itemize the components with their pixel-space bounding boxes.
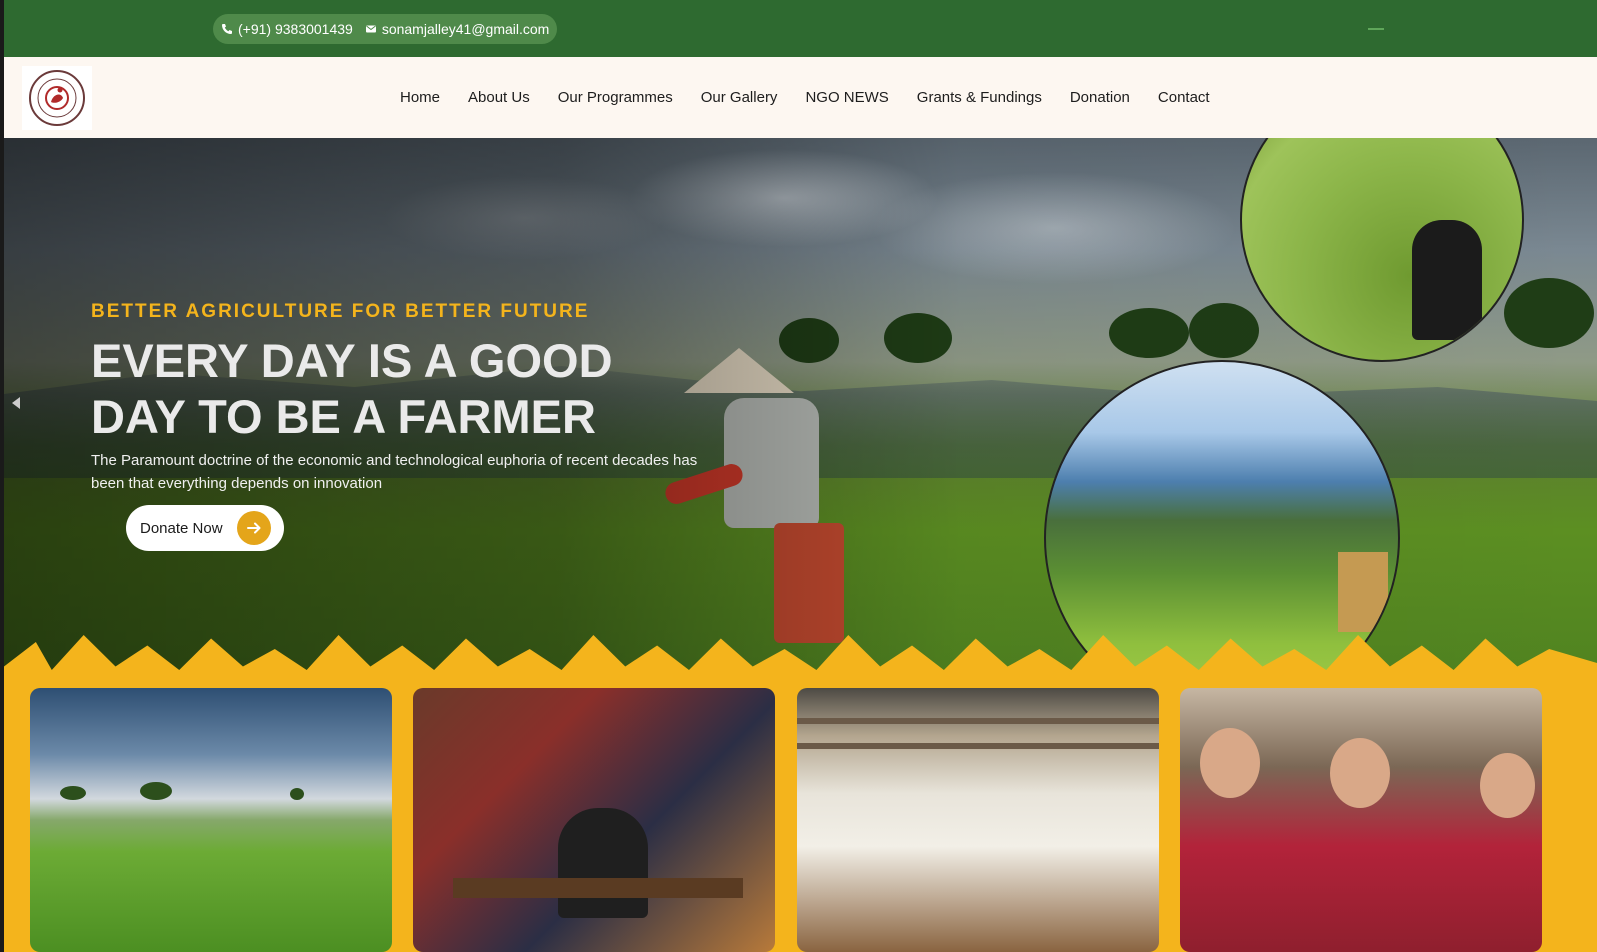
phone-icon [222, 24, 232, 34]
nav-home[interactable]: Home [386, 89, 454, 106]
card-dancer [1480, 753, 1535, 818]
programme-card-culture[interactable] [1180, 688, 1542, 952]
email-contact[interactable]: sonamjalley41@gmail.com [365, 21, 550, 37]
nav-contact[interactable]: Contact [1144, 89, 1224, 106]
card-fence [797, 743, 1159, 749]
card-tree [290, 788, 304, 800]
hero-subtext: The Paramount doctrine of the economic a… [91, 452, 698, 492]
nav-donation[interactable]: Donation [1056, 89, 1144, 106]
phone-number: (+91) 9383001439 [238, 21, 353, 37]
nav-ngo-news[interactable]: NGO NEWS [791, 89, 902, 106]
prev-slide-icon[interactable] [12, 397, 20, 409]
primary-nav: Home About Us Our Programmes Our Gallery… [386, 57, 1224, 138]
programme-card-agriculture[interactable] [30, 688, 392, 952]
card-dancer [1200, 728, 1260, 798]
card-tree [60, 786, 86, 800]
nav-our-programmes[interactable]: Our Programmes [544, 89, 687, 106]
mail-icon [365, 25, 376, 33]
nav-about-us[interactable]: About Us [454, 89, 544, 106]
contact-pill: (+91) 9383001439 sonamjalley41@gmail.com [213, 14, 558, 44]
menu-toggle-dash[interactable] [1368, 28, 1384, 30]
programme-card-weaving[interactable] [413, 688, 775, 952]
main-navbar: Home About Us Our Programmes Our Gallery… [4, 57, 1597, 138]
card-tree [140, 782, 172, 800]
card-fence [797, 718, 1159, 724]
email-address: sonamjalley41@gmail.com [381, 21, 550, 37]
worker-figure [1412, 220, 1482, 340]
hero-slider: BETTER AGRICULTURE FOR BETTER FUTURE EVE… [4, 138, 1597, 698]
hut-figure [1338, 552, 1388, 632]
logo-emblem-icon [29, 70, 85, 126]
donate-now-label: Donate Now [140, 519, 223, 537]
card-loom [453, 878, 743, 898]
page: (+91) 9383001439 sonamjalley41@gmail.com… [4, 0, 1597, 952]
nav-our-gallery[interactable]: Our Gallery [687, 89, 792, 106]
ngo-logo[interactable] [22, 66, 92, 130]
hero-kicker: BETTER AGRICULTURE FOR BETTER FUTURE [91, 301, 590, 322]
donate-now-button[interactable]: Donate Now [126, 505, 284, 551]
phone-contact[interactable]: (+91) 9383001439 [221, 21, 353, 37]
hero-headline: EVERY DAY IS A GOOD DAY TO BE A FARMER [91, 334, 613, 443]
nav-grants-fundings[interactable]: Grants & Fundings [903, 89, 1056, 106]
programme-card-livestock[interactable] [797, 688, 1159, 952]
arrow-right-icon [237, 511, 271, 545]
card-weaver [558, 808, 648, 918]
top-contact-bar: (+91) 9383001439 sonamjalley41@gmail.com [4, 0, 1597, 57]
card-dancer [1330, 738, 1390, 808]
